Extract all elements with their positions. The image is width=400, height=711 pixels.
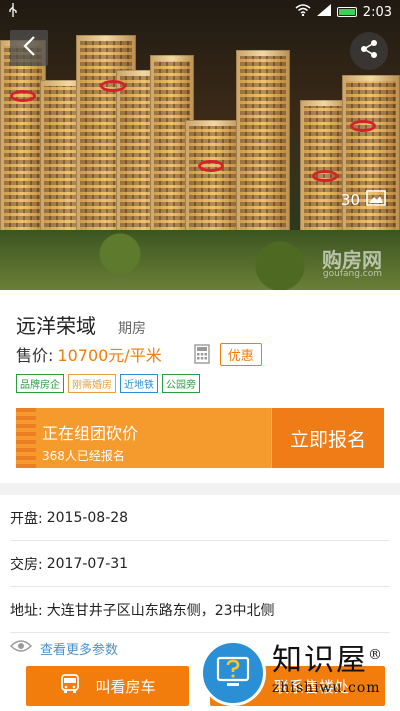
ribbon-bow (312, 170, 338, 182)
image-icon (366, 190, 386, 210)
detail-row-opening: 开盘: 2015-08-28 (10, 495, 390, 541)
back-button[interactable] (10, 30, 48, 66)
detail-value: 大连甘井子区山东路东侧，23中北侧 (46, 602, 275, 619)
tag: 刚需婚房 (68, 374, 116, 393)
group-buy-subtitle: 368人已经报名 (42, 449, 125, 463)
group-buy-info: 正在组团砍价 368人已经报名 (16, 408, 271, 468)
property-name: 远洋荣域 (16, 314, 96, 338)
ribbon-bow (198, 160, 224, 172)
share-button[interactable] (350, 32, 388, 70)
usb-icon (8, 3, 18, 21)
site-url: zhishiwu.com (272, 680, 381, 696)
site-watermark: 知识屋® zhishiwu.com (272, 643, 384, 697)
photo-count-value: 30 (340, 191, 360, 209)
group-buy-banner: 正在组团砍价 368人已经报名 立即报名 (16, 408, 384, 468)
calculator-icon[interactable] (194, 344, 210, 364)
tag: 公园旁 (162, 374, 200, 393)
battery-icon (336, 7, 357, 17)
detail-label: 地址: (10, 602, 43, 619)
tag: 品牌房企 (16, 374, 64, 393)
detail-label: 交房: (10, 556, 43, 573)
ribbon-bow (100, 80, 126, 92)
detail-label: 开盘: (10, 510, 43, 527)
wifi-icon (295, 4, 311, 20)
price-value: 10700元/平米 (57, 346, 162, 365)
tag-list: 品牌房企 刚需婚房 近地铁 公园旁 (16, 374, 200, 393)
status-time: 2:03 (362, 4, 392, 20)
ribbon-bow (350, 120, 376, 132)
building (342, 75, 400, 250)
call-car-label: 叫看房车 (95, 677, 156, 696)
building (236, 50, 290, 250)
hero-photo[interactable] (0, 0, 400, 290)
price-label: 售价: (16, 346, 54, 365)
signal-icon (316, 4, 331, 20)
ribbon-bow (10, 90, 36, 102)
signup-button[interactable]: 立即报名 (271, 408, 384, 468)
eye-icon (10, 639, 32, 657)
watermark-url: goufang.com (322, 269, 382, 279)
site-name: 知识屋 (272, 643, 368, 678)
discount-badge[interactable]: 优惠 (219, 342, 262, 366)
registered-mark: ® (368, 647, 384, 663)
detail-value: 2017-07-31 (46, 555, 129, 572)
detail-value: 2015-08-28 (46, 509, 129, 526)
property-info: 远洋荣域 期房 售价: 10700元/平米 优惠 品牌房企 刚需婚房 近地铁 公… (0, 290, 400, 483)
photo-count[interactable]: 30 (341, 190, 386, 210)
question-monitor-icon (200, 640, 266, 706)
watermark: 购房网 goufang.com (322, 250, 382, 279)
detail-row-address[interactable]: 地址: 大连甘井子区山东路东侧，23中北侧 (10, 587, 390, 633)
share-icon (359, 39, 379, 63)
call-car-button[interactable]: 叫看房车 (26, 666, 189, 706)
tag: 近地铁 (120, 374, 158, 393)
bus-icon (59, 673, 81, 699)
chevron-left-icon (22, 35, 36, 61)
detail-row-delivery: 交房: 2017-07-31 (10, 541, 390, 587)
property-phase: 期房 (118, 321, 146, 337)
group-buy-title: 正在组团砍价 (42, 424, 139, 443)
more-params-label: 查看更多参数 (40, 642, 119, 658)
status-bar: 2:03 (0, 0, 400, 24)
